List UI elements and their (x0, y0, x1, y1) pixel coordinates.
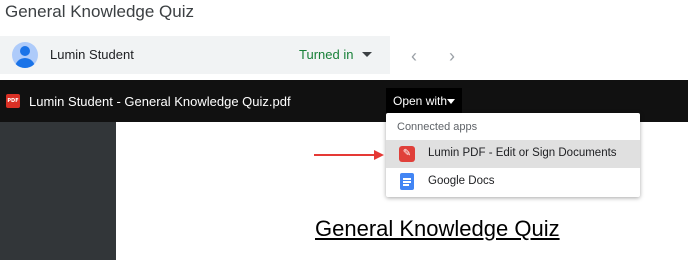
classroom-grading-view: General Knowledge Quiz Lumin Student Tur… (0, 0, 688, 260)
submission-status: Turned in (299, 47, 354, 62)
document-heading: General Knowledge Quiz (315, 216, 560, 241)
pdf-file-icon: PDF (6, 94, 20, 108)
open-with-menu: Connected apps ✎ Lumin PDF - Edit or Sig… (386, 113, 640, 197)
open-with-button[interactable]: Open with (386, 88, 462, 114)
lumin-pdf-icon: ✎ (399, 146, 415, 162)
student-selector[interactable]: Lumin Student Turned in (0, 36, 390, 74)
avatar (12, 42, 38, 68)
avatar-body (15, 58, 35, 68)
page-title: General Knowledge Quiz (5, 2, 195, 21)
google-docs-icon (400, 173, 414, 190)
file-name: Lumin Student - General Knowledge Quiz.p… (29, 94, 291, 109)
caret-down-icon (447, 99, 455, 104)
menu-item-google-docs[interactable]: Google Docs (386, 168, 640, 196)
menu-section-header: Connected apps (397, 121, 478, 133)
chevron-down-icon[interactable] (362, 52, 372, 57)
menu-item-lumin-pdf[interactable]: ✎ Lumin PDF - Edit or Sign Documents (386, 140, 640, 168)
annotation-arrow (314, 150, 384, 160)
open-with-label: Open with (393, 94, 448, 108)
avatar-head (20, 46, 30, 56)
menu-item-label: Google Docs (428, 175, 495, 187)
student-name: Lumin Student (50, 47, 134, 62)
previous-student-button[interactable]: ‹ (411, 46, 417, 67)
menu-item-label: Lumin PDF - Edit or Sign Documents (428, 147, 617, 159)
next-student-button[interactable]: › (449, 46, 455, 67)
